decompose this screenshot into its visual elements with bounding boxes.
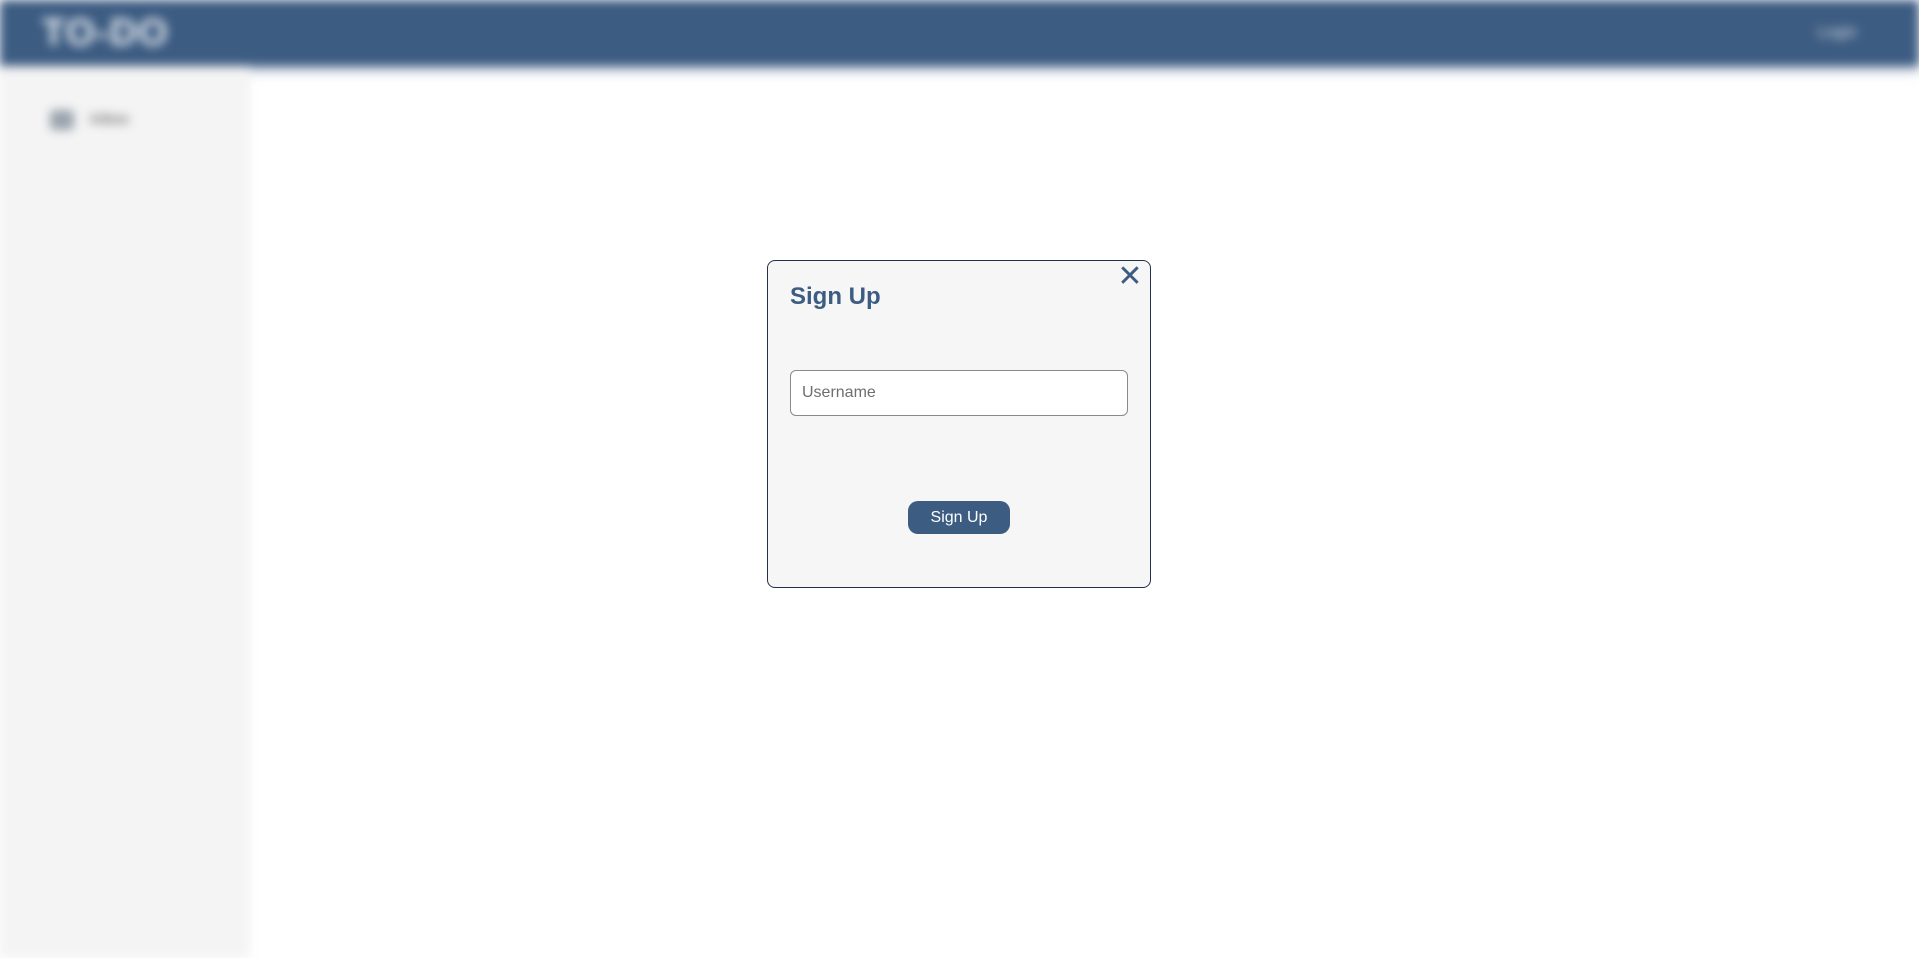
top-navigation-bar: TO-DO Login	[0, 0, 1919, 66]
sidebar: Inbox	[0, 66, 250, 958]
app-logo: TO-DO	[42, 12, 169, 54]
inbox-icon	[50, 110, 74, 130]
login-link[interactable]: Login	[1818, 24, 1857, 42]
close-icon[interactable]: ✕	[1116, 262, 1144, 292]
sidebar-item-inbox[interactable]: Inbox	[50, 110, 129, 130]
sidebar-item-label: Inbox	[90, 111, 130, 128]
modal-title: Sign Up	[790, 283, 881, 310]
signup-modal: ✕ Sign Up Sign Up	[767, 260, 1151, 588]
signup-button[interactable]: Sign Up	[908, 501, 1010, 534]
username-input[interactable]	[790, 370, 1128, 416]
